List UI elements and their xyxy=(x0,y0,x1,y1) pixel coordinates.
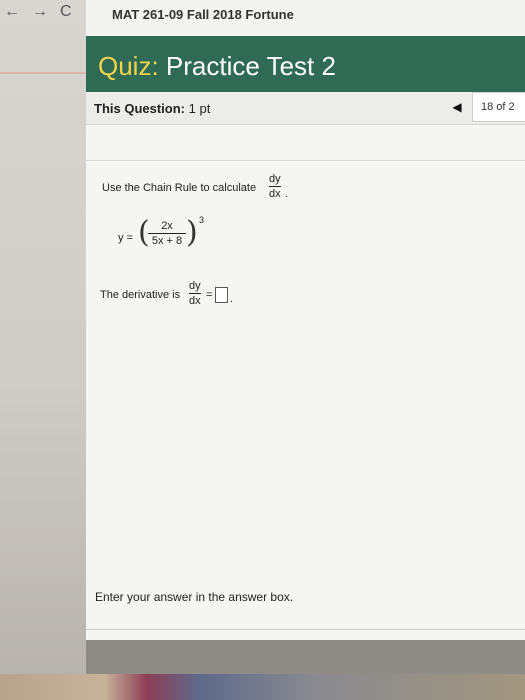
equals-sign: = xyxy=(206,289,213,301)
points-value: 1 pt xyxy=(188,101,211,116)
question-label: This Question: xyxy=(94,101,185,116)
forward-arrow-icon[interactable]: → xyxy=(32,3,48,21)
question-info-bar: This Question: 1 pt ◀ 18 of 2 xyxy=(86,92,525,125)
exponent: 3 xyxy=(199,215,205,225)
quiz-title: Quiz: Practice Test 2 xyxy=(98,51,336,82)
dy-text-2: dy xyxy=(189,280,201,292)
dx-text-2: dx xyxy=(189,295,201,307)
browser-nav: ← → C xyxy=(4,0,72,24)
answer-hint: Enter your answer in the answer box. xyxy=(95,590,294,604)
footer-divider xyxy=(86,629,525,630)
question-counter[interactable]: 18 of 2 xyxy=(472,92,525,122)
quiz-title-bar: Quiz: Practice Test 2 xyxy=(86,36,525,92)
dy-dx-fraction: dy dx xyxy=(269,173,281,200)
reload-icon[interactable]: C xyxy=(60,3,72,21)
previous-question-icon[interactable]: ◀ xyxy=(448,98,466,116)
fraction-denominator: 5x + 8 xyxy=(151,235,183,247)
content-divider xyxy=(86,160,525,161)
function-fraction: 2x 5x + 8 xyxy=(148,220,186,247)
instruction-text: Use the Chain Rule to calculate xyxy=(102,182,257,194)
fraction-numerator: 2x xyxy=(161,220,173,232)
quiz-title-prefix: Quiz: xyxy=(98,51,159,81)
dx-text: dx xyxy=(269,188,281,200)
taskbar-strip xyxy=(0,674,525,700)
instruction-period: . xyxy=(285,188,289,200)
course-title: MAT 261-09 Fall 2018 Fortune xyxy=(112,7,294,22)
dy-text: dy xyxy=(269,173,281,185)
quiz-title-name: Practice Test 2 xyxy=(158,51,336,81)
derivative-dy-dx: dy dx xyxy=(189,280,201,307)
strip-divider xyxy=(0,72,86,74)
quiz-page: MAT 261-09 Fall 2018 Fortune Quiz: Pract… xyxy=(86,0,525,640)
answer-period: . xyxy=(230,293,234,305)
back-arrow-icon[interactable]: ← xyxy=(4,3,20,21)
left-window-strip: ← → C xyxy=(0,0,86,700)
derivative-label: The derivative is xyxy=(100,289,181,301)
answer-input-box[interactable] xyxy=(215,287,228,303)
y-equals: y = xyxy=(118,232,133,244)
right-parenthesis: ) xyxy=(186,215,198,250)
question-content: Use the Chain Rule to calculate dy dx . … xyxy=(86,125,525,640)
question-points: This Question: 1 pt xyxy=(94,101,210,116)
